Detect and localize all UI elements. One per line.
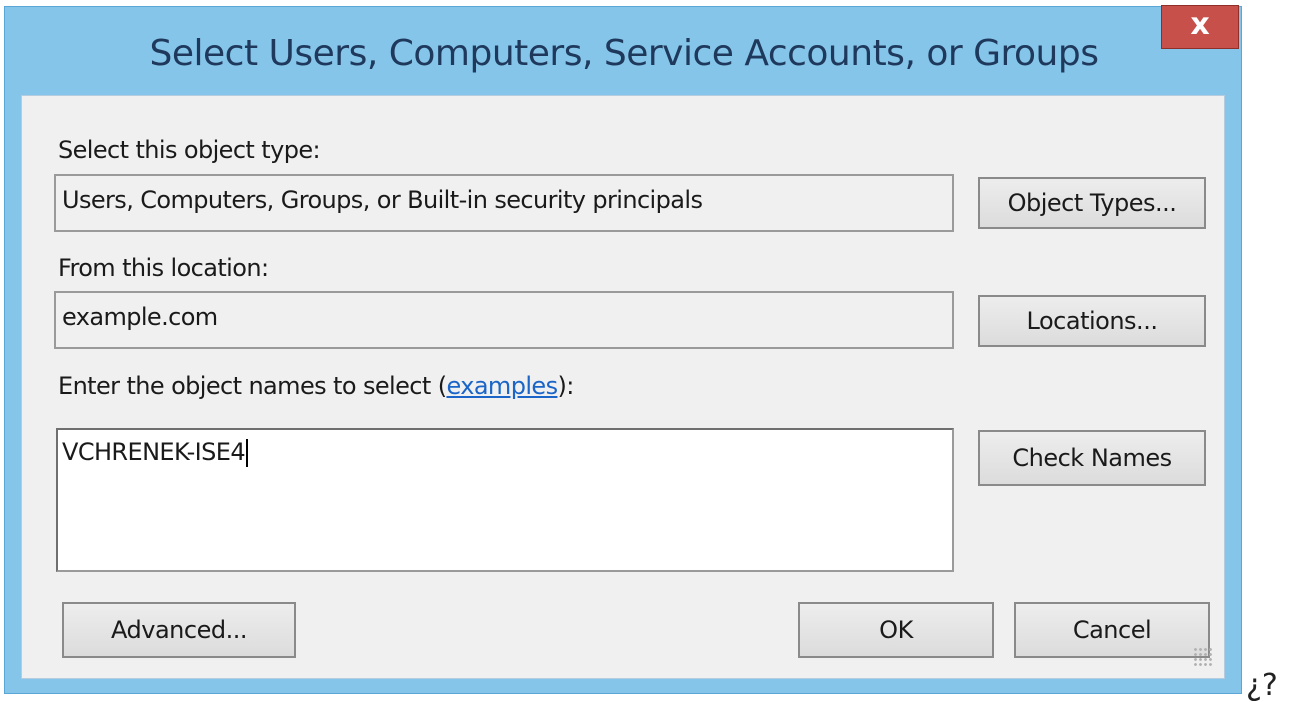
location-label: From this location: <box>58 254 269 282</box>
object-type-field: Users, Computers, Groups, or Built-in se… <box>54 174 954 232</box>
text-cursor <box>246 439 249 467</box>
close-button[interactable]: x <box>1161 5 1239 49</box>
location-field: example.com <box>54 291 954 349</box>
ok-button[interactable]: OK <box>798 602 994 658</box>
examples-link[interactable]: examples <box>446 372 558 400</box>
close-icon: x <box>1190 7 1210 42</box>
object-type-label: Select this object type: <box>58 136 321 164</box>
check-names-button[interactable]: Check Names <box>978 430 1206 486</box>
dialog-body: Select this object type: Users, Computer… <box>21 95 1225 679</box>
dialog-title: Select Users, Computers, Service Account… <box>149 33 1099 74</box>
screen: Select Users, Computers, Service Account… <box>0 0 1298 702</box>
stray-text: ¿? <box>1246 668 1278 702</box>
locations-button[interactable]: Locations... <box>978 295 1206 347</box>
object-types-button[interactable]: Object Types... <box>978 177 1206 229</box>
resize-grip-icon[interactable] <box>1193 647 1213 667</box>
object-names-label-suffix: ): <box>557 372 574 400</box>
cancel-button[interactable]: Cancel <box>1014 602 1210 658</box>
select-users-dialog: Select Users, Computers, Service Account… <box>4 5 1242 694</box>
advanced-button[interactable]: Advanced... <box>62 602 296 658</box>
title-bar[interactable]: Select Users, Computers, Service Account… <box>5 5 1241 91</box>
object-names-input[interactable]: VCHRENEK-ISE4 <box>56 428 954 572</box>
object-names-value: VCHRENEK-ISE4 <box>62 438 246 466</box>
object-names-label-prefix: Enter the object names to select ( <box>58 372 447 400</box>
object-names-label: Enter the object names to select (exampl… <box>58 372 574 400</box>
